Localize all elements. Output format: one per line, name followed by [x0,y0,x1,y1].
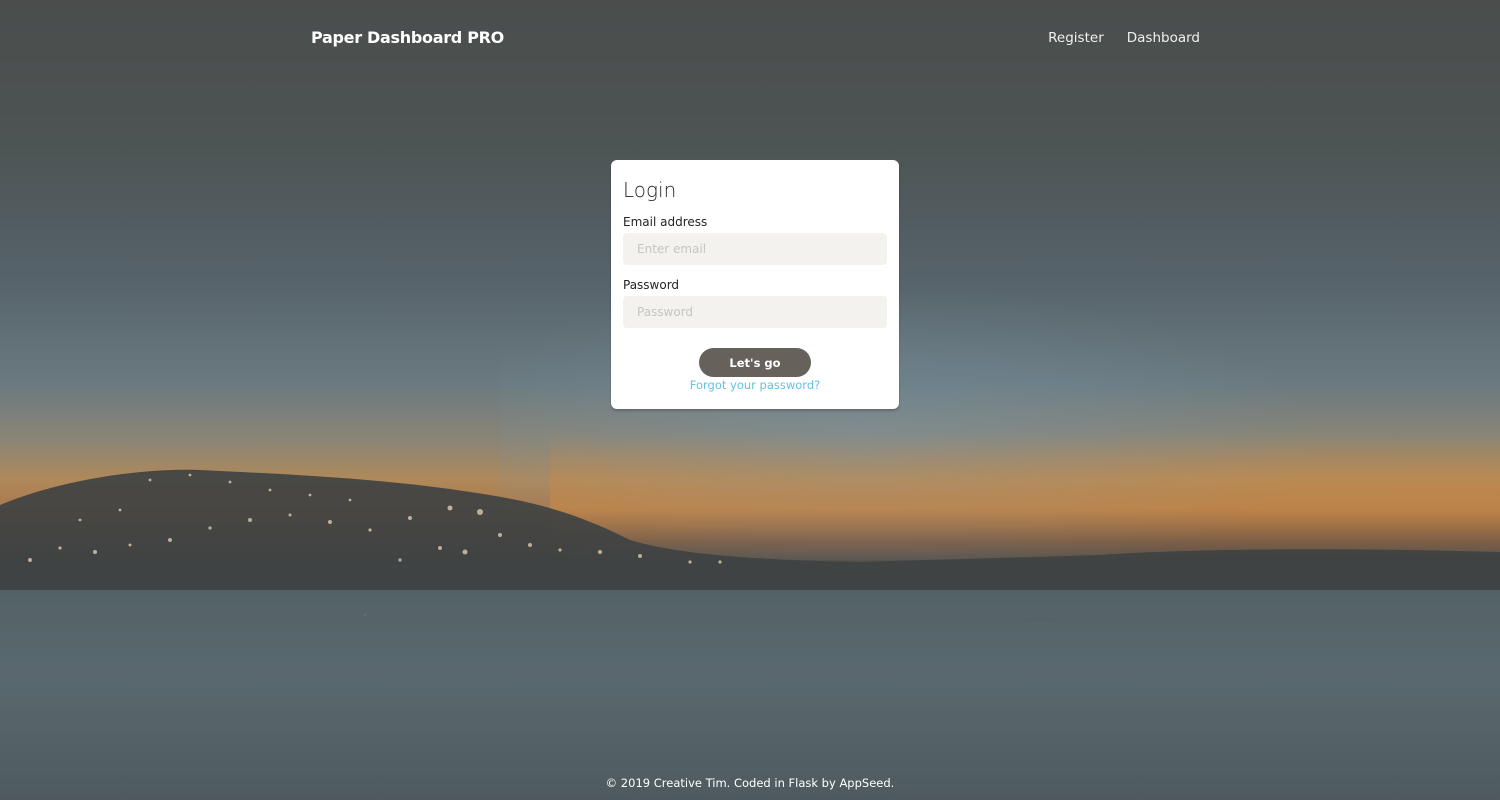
email-label: Email address [623,215,708,229]
dashboard-link[interactable]: Dashboard [1127,30,1200,46]
password-input[interactable] [623,296,887,328]
navbar-links: Register Dashboard [1048,30,1200,46]
password-label: Password [623,278,680,292]
background-water [0,590,1500,800]
register-link[interactable]: Register [1048,30,1104,46]
email-input[interactable] [623,233,887,265]
login-page: Paper Dashboard PRO Register Dashboard L… [0,0,1500,800]
brand-link[interactable]: Paper Dashboard PRO [311,28,504,47]
login-card: Login Email address Password Let's go Fo… [611,160,899,409]
login-title: Login [623,178,677,202]
submit-button[interactable]: Let's go [699,348,811,377]
forgot-password-link[interactable]: Forgot your password? [623,378,887,392]
navbar: Paper Dashboard PRO Register Dashboard [0,0,1500,80]
submit-wrapper: Let's go [623,348,887,377]
background-sunset [550,430,1500,570]
footer-copyright: © 2019 Creative Tim. Coded in Flask by A… [605,776,895,790]
